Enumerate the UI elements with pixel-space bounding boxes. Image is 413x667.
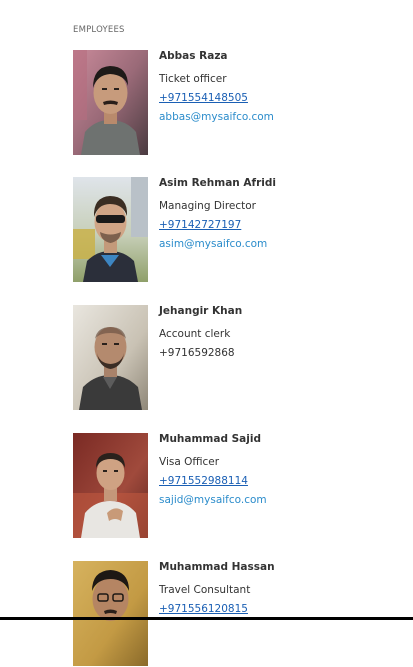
employee-card: Muhammad Sajid Visa Officer +97155298811…: [73, 433, 403, 539]
employee-phone-link[interactable]: +971554148505: [159, 92, 248, 104]
employee-phone-link[interactable]: +971552988114: [159, 475, 248, 487]
employee-card: Muhammad Hassan Travel Consultant +97155…: [73, 561, 403, 667]
section-heading: EMPLOYEES: [73, 25, 125, 35]
employee-email-link[interactable]: sajid@mysaifco.com: [159, 494, 267, 506]
employee-card: Abbas Raza Ticket officer +971554148505 …: [73, 50, 403, 156]
employee-photo[interactable]: [73, 561, 148, 666]
employee-card: Asim Rehman Afridi Managing Director +97…: [73, 177, 403, 283]
employee-job-title: Account clerk: [159, 328, 231, 340]
employee-name: Muhammad Sajid: [159, 433, 261, 445]
employee-phone-link[interactable]: +971556120815: [159, 603, 248, 615]
employee-name: Muhammad Hassan: [159, 561, 275, 573]
employee-job-title: Visa Officer: [159, 456, 220, 468]
employee-phone-link[interactable]: +97142727197: [159, 219, 241, 231]
employee-job-title: Travel Consultant: [159, 584, 251, 596]
employee-name: Jehangir Khan: [159, 305, 243, 317]
employee-card: Jehangir Khan Account clerk +9716592868: [73, 305, 403, 411]
employee-photo[interactable]: [73, 433, 148, 538]
employee-job-title: Ticket officer: [159, 73, 227, 85]
employee-photo[interactable]: [73, 305, 148, 410]
employee-photo[interactable]: [73, 50, 148, 155]
employee-name: Abbas Raza: [159, 50, 228, 62]
employee-email-link[interactable]: asim@mysaifco.com: [159, 238, 267, 250]
employee-email-link[interactable]: abbas@mysaifco.com: [159, 111, 274, 123]
employee-photo[interactable]: [73, 177, 148, 282]
employee-job-title: Managing Director: [159, 200, 257, 212]
employee-name: Asim Rehman Afridi: [159, 177, 276, 189]
employee-phone: +9716592868: [159, 347, 235, 359]
